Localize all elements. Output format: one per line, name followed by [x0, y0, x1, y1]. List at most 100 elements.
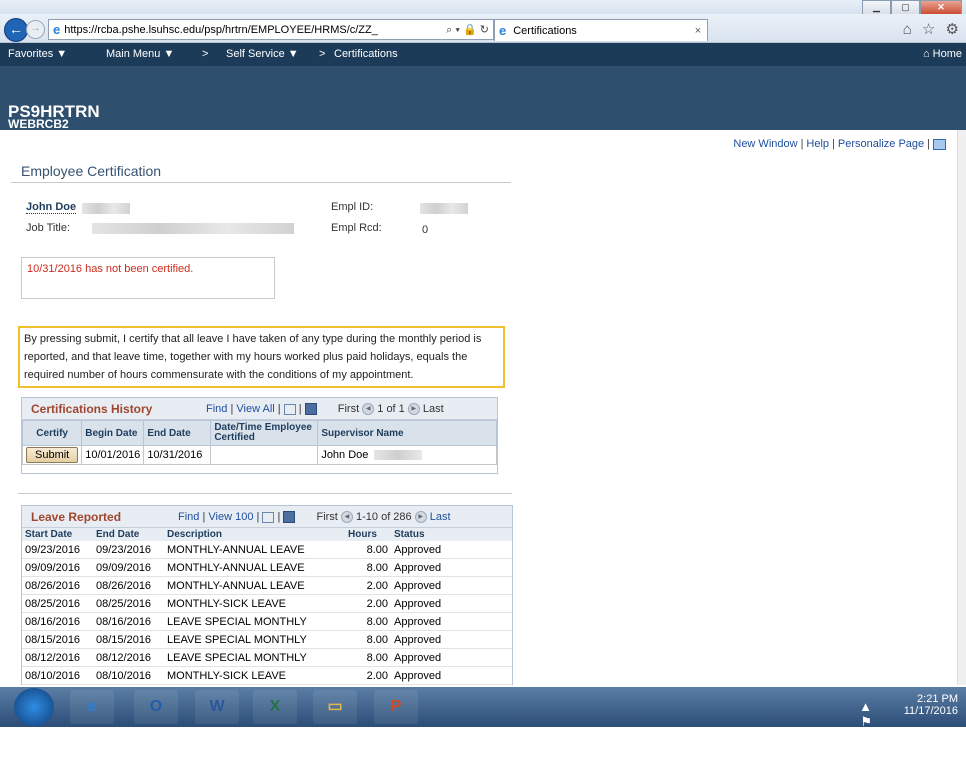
column-header: Description	[164, 528, 345, 541]
download-excel-icon[interactable]	[304, 403, 317, 416]
certifications-history-grid: Certifications History Find | View All |…	[21, 397, 498, 474]
grid-navigation: Find | View All | | First ◀ 1 of 1 ▶ Las…	[206, 403, 444, 416]
submit-button[interactable]: Submit	[26, 447, 79, 463]
hours-cell: 8.00	[345, 648, 391, 667]
browser-tool-icons[interactable]: ⌂ ☆ ⚙	[903, 20, 962, 38]
column-header: Begin Date	[81, 420, 145, 446]
end-date-cell: 08/25/2016	[93, 594, 164, 613]
breadcrumb-certifications[interactable]: Certifications	[334, 48, 398, 60]
table-header-row: Certify Begin Date End Date Date/Time Em…	[21, 420, 497, 446]
begin-date-cell: 10/01/2016	[81, 445, 145, 465]
end-date-cell: 10/31/2016	[143, 445, 212, 465]
help-link[interactable]: Help	[806, 138, 829, 150]
tab-close-icon[interactable]: ×	[689, 25, 707, 37]
job-title-label: Job Title:	[26, 222, 71, 234]
table-row: 08/26/2016 08/26/2016 MONTHLY-ANNUAL LEAVE…	[22, 576, 512, 595]
previous-icon[interactable]: ◀	[362, 403, 375, 416]
next-icon[interactable]: ▶	[414, 511, 427, 524]
home-link[interactable]: ⌂ Home	[923, 48, 962, 60]
redacted-job-title	[92, 223, 294, 234]
end-date-cell: 09/09/2016	[93, 558, 164, 577]
clock-time[interactable]: 2:21 PM	[904, 693, 958, 705]
last-link[interactable]: Last	[430, 511, 451, 523]
column-header: Status	[391, 528, 512, 541]
status-cell: Approved	[391, 630, 512, 649]
personalize-page-link[interactable]: Personalize Page	[838, 138, 924, 150]
grid-header: Certifications History Find | View All |…	[22, 398, 497, 420]
link-separator: |	[927, 138, 930, 150]
description-cell: MONTHLY-SICK LEAVE	[164, 594, 345, 613]
description-cell: MONTHLY-ANNUAL LEAVE	[164, 558, 345, 577]
status-cell: Approved	[391, 576, 512, 595]
table-row: Submit 10/01/2016 10/31/2016 John Doe	[21, 445, 497, 465]
redacted-supervisor	[374, 450, 423, 461]
back-button[interactable]: ←	[4, 18, 28, 42]
title-divider	[11, 182, 511, 183]
outlook-taskbar-icon[interactable]: O	[134, 690, 178, 724]
end-date-cell: 08/26/2016	[93, 576, 164, 595]
powerpoint-taskbar-icon[interactable]: P	[374, 690, 418, 724]
word-taskbar-icon[interactable]: W	[195, 690, 239, 724]
employee-name[interactable]: John Doe	[26, 201, 77, 214]
zoom-grid-icon[interactable]	[262, 511, 275, 523]
tab-certifications[interactable]: e Certifications ×	[494, 19, 708, 41]
certification-statement: By pressing submit, I certify that all l…	[18, 326, 505, 388]
self-service-menu[interactable]: Self Service ▼	[226, 48, 299, 60]
redacted-empl-id	[420, 203, 468, 214]
grid-settings-icon[interactable]	[933, 138, 946, 150]
forward-button[interactable]: →	[26, 20, 45, 39]
tray-icons[interactable]: ▲ ⚑ ▣ ▤ ♪	[859, 699, 878, 777]
link-separator: |	[256, 511, 260, 523]
column-header: Supervisor Name	[317, 420, 497, 446]
hours-cell: 8.00	[345, 541, 391, 559]
end-date-cell: 08/16/2016	[93, 612, 164, 631]
page-title: Employee Certification	[21, 163, 162, 179]
column-header: End Date	[93, 528, 164, 541]
page-scrollbar[interactable]	[957, 130, 966, 685]
find-link[interactable]: Find	[178, 511, 199, 523]
windows-taskbar: e O W X ▭ P ▲ ⚑ ▣ ▤ ♪ 2:21 PM 11/17/2016	[0, 687, 966, 777]
url-input[interactable]: e https://rcba.pshe.lsuhsc.edu/psp/hrtrn…	[48, 19, 494, 40]
empl-id-label: Empl ID:	[331, 201, 374, 213]
description-cell: LEAVE SPECIAL MONTHLY	[164, 630, 345, 649]
link-separator: |	[277, 511, 281, 523]
leave-reported-title: Leave Reported	[31, 510, 122, 524]
explorer-taskbar-icon[interactable]: ▭	[313, 690, 357, 724]
warning-box: 10/31/2016 has not been certified.	[21, 257, 275, 299]
view-100-link[interactable]: View 100	[208, 511, 253, 523]
address-bar-icons[interactable]: ⌕ ▾ 🔒 ↻	[446, 23, 489, 37]
link-separator: |	[202, 511, 206, 523]
table-row: 08/16/2016 08/16/2016 LEAVE SPECIAL MONTHL…	[22, 612, 512, 631]
ie-taskbar-icon[interactable]: e	[70, 690, 114, 724]
empl-rcd-label: Empl Rcd:	[331, 222, 382, 234]
start-date-cell: 08/10/2016	[22, 666, 93, 685]
main-menu[interactable]: Main Menu ▼	[106, 48, 174, 60]
excel-taskbar-icon[interactable]: X	[253, 690, 297, 724]
not-certified-message: 10/31/2016 has not been certified.	[27, 263, 194, 275]
first-label: First	[337, 403, 360, 415]
column-header: End Date	[143, 420, 212, 446]
hours-cell: 8.00	[345, 558, 391, 577]
breadcrumb-separator: >	[319, 48, 326, 60]
last-label: Last	[422, 403, 444, 415]
zoom-grid-icon[interactable]	[283, 403, 296, 415]
new-window-link[interactable]: New Window	[733, 138, 797, 150]
previous-icon[interactable]: ◀	[340, 511, 353, 524]
end-date-cell: 08/10/2016	[93, 666, 164, 685]
start-button[interactable]	[14, 688, 54, 726]
first-label: First	[316, 511, 338, 523]
clock-date[interactable]: 11/17/2016	[904, 705, 958, 717]
empl-rcd-value: 0	[422, 224, 429, 236]
download-excel-icon[interactable]	[283, 511, 296, 524]
peoplesoft-navbar: Favorites ▼ Main Menu ▼ > Self Service ▼…	[0, 43, 966, 66]
next-icon[interactable]: ▶	[407, 403, 420, 416]
table-row: 08/12/2016 08/12/2016 LEAVE SPECIAL MONTHL…	[22, 648, 512, 667]
table-row: 08/25/2016 08/25/2016 MONTHLY-SICK LEAVE 2.…	[22, 594, 512, 613]
leave-table: Start Date End Date Description Hours St…	[22, 528, 512, 685]
row-range: 1 of 1	[377, 403, 405, 415]
view-all-link[interactable]: View All	[236, 403, 274, 415]
server-name: WEBRCB2	[8, 117, 69, 131]
favorites-menu[interactable]: Favorites ▼	[8, 48, 67, 60]
certifications-history-title: Certifications History	[31, 402, 153, 416]
find-link[interactable]: Find	[206, 403, 227, 415]
